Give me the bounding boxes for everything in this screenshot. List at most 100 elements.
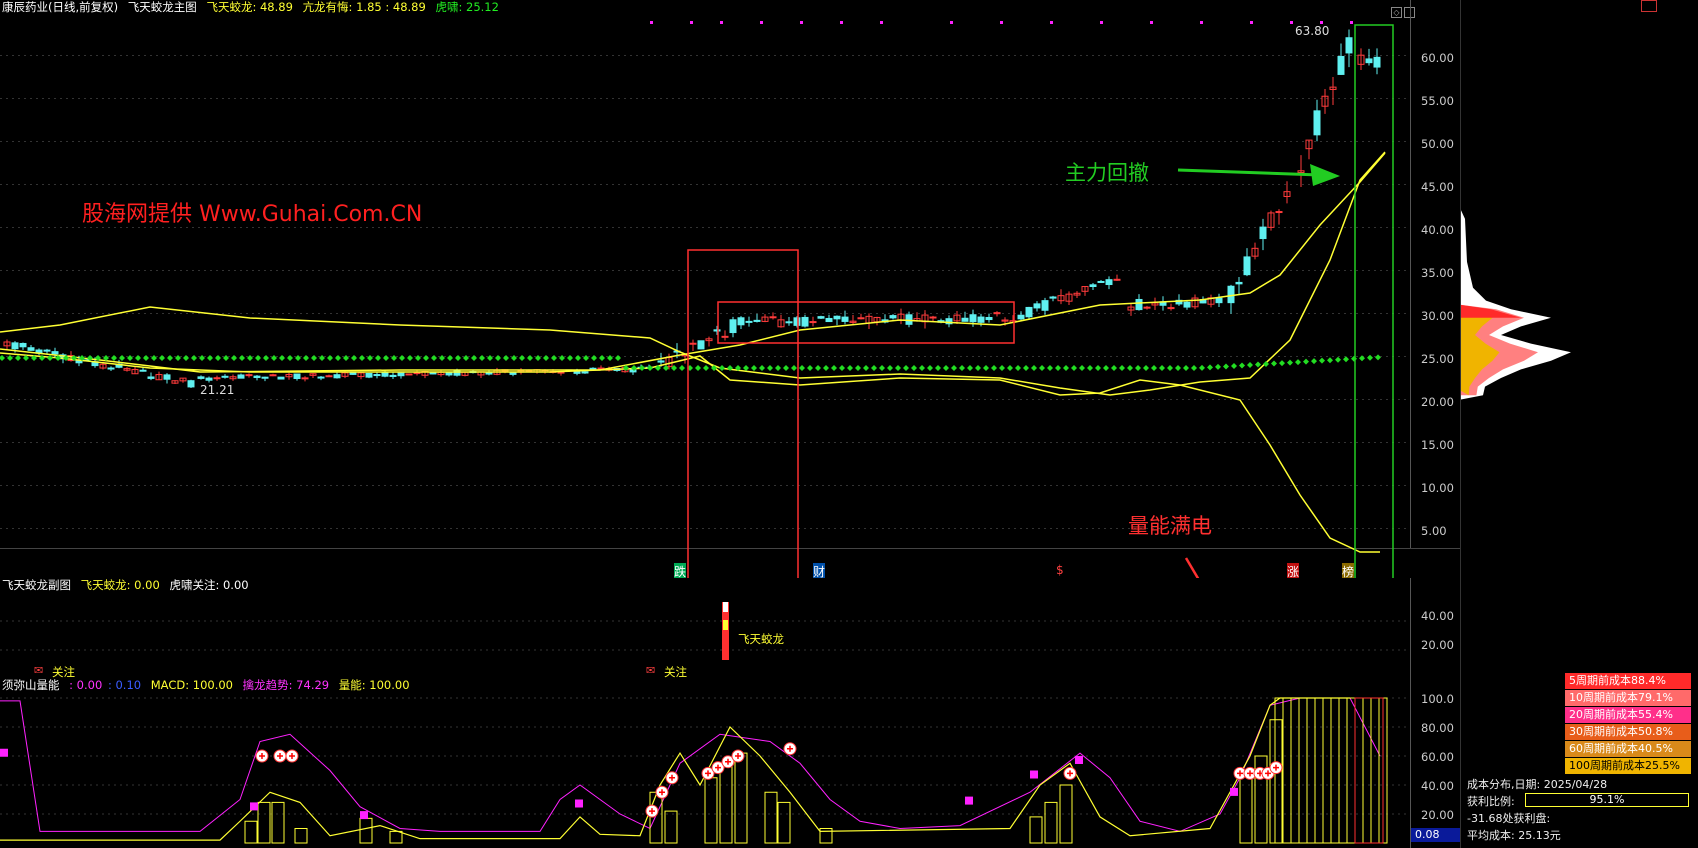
support-dot xyxy=(511,355,517,361)
support-dot xyxy=(279,355,285,361)
candle-body xyxy=(769,316,777,319)
candle-body xyxy=(1135,298,1143,311)
pullback-arrow-head xyxy=(1310,164,1340,186)
price-tick: 15.00 xyxy=(1421,438,1454,452)
support-dot xyxy=(1103,365,1109,371)
price-axis: 60.00 55.00 50.00 45.00 40.00 35.00 30.0… xyxy=(1410,0,1461,548)
support-dot xyxy=(1023,365,1029,371)
support-dot xyxy=(1199,364,1205,371)
support-dot xyxy=(663,365,669,371)
support-dot xyxy=(1215,363,1221,370)
candle-body xyxy=(405,373,413,376)
support-dot xyxy=(1319,357,1325,364)
signal-dot xyxy=(880,21,883,24)
support-dot xyxy=(1239,362,1245,369)
support-dot xyxy=(1359,355,1365,362)
support-dot xyxy=(0,355,5,361)
support-dot xyxy=(1151,365,1157,371)
support-dot xyxy=(303,355,309,361)
candle-body xyxy=(1017,314,1025,320)
support-dot xyxy=(255,355,261,361)
support-dot xyxy=(895,365,901,371)
cost-distribution-chart xyxy=(1461,210,1571,400)
volume-energy-chart xyxy=(0,697,1410,844)
support-dot xyxy=(639,365,645,371)
volume-axis-badge: 0.08 xyxy=(1411,828,1461,842)
candle-body xyxy=(51,351,59,355)
support-dot xyxy=(1271,360,1277,367)
candle-body xyxy=(237,374,245,379)
full-energy-bar xyxy=(1290,697,1300,844)
support-dot xyxy=(1327,357,1333,364)
magenta-block xyxy=(1230,787,1238,796)
candle-body xyxy=(221,375,229,378)
candle-body xyxy=(187,380,195,388)
support-dot xyxy=(1167,365,1173,371)
support-dot xyxy=(823,365,829,371)
price-tick: 25.00 xyxy=(1421,352,1454,366)
support-dot xyxy=(375,355,381,361)
support-dot xyxy=(175,355,181,361)
candle-body xyxy=(825,317,833,323)
magenta-block xyxy=(0,748,8,757)
candle-body xyxy=(301,377,309,380)
support-dot xyxy=(183,355,189,361)
candle-body xyxy=(11,342,19,350)
support-dot xyxy=(151,355,157,361)
energy-line xyxy=(0,697,1350,841)
signal-dot xyxy=(1050,21,1053,24)
support-dot xyxy=(47,355,53,361)
support-dot xyxy=(1367,354,1373,361)
support-dot xyxy=(535,355,541,361)
candle-body xyxy=(729,319,737,334)
full-energy-bar xyxy=(1298,697,1308,844)
support-dot xyxy=(447,355,453,361)
support-dot xyxy=(967,365,973,371)
candle-body xyxy=(429,372,437,375)
sub-chart-panel[interactable]: 飞天蛟龙副图 飞天蛟龙: 0.00 虎啸关注: 0.00 飞天蛟龙 关注 关注 … xyxy=(0,578,1460,679)
support-dot xyxy=(479,355,485,361)
support-dot xyxy=(759,365,765,371)
price-tick: 50.00 xyxy=(1421,137,1454,151)
candle-body xyxy=(737,317,745,326)
candle-body xyxy=(197,376,205,379)
support-dot xyxy=(935,365,941,371)
support-dot xyxy=(111,355,117,361)
price-tick: 10.00 xyxy=(1421,481,1454,495)
support-dot xyxy=(831,365,837,371)
support-dot xyxy=(1375,354,1381,361)
watermark-text: 股海网提供 Www.Guhai.Com.CN xyxy=(82,202,423,227)
support-dot xyxy=(799,365,805,371)
support-dot xyxy=(327,355,333,361)
cost-legend-5: 60周期前成本40.5% xyxy=(1565,741,1691,757)
full-energy-bar xyxy=(1282,697,1292,844)
volume-axis: 100.0 80.00 60.00 40.00 20.00 0.08 xyxy=(1410,678,1461,848)
support-dot xyxy=(463,355,469,361)
candle-body xyxy=(333,374,341,379)
support-dot xyxy=(1247,362,1253,368)
candle-body xyxy=(1089,284,1097,288)
main-chart-panel[interactable]: 康辰药业(日线,前复权) 飞天蛟龙主图 飞天蛟龙: 48.89 亢龙有悔: 1.… xyxy=(0,0,1461,848)
support-dot xyxy=(239,355,245,361)
support-dot xyxy=(1031,365,1037,371)
support-dot xyxy=(999,365,1005,371)
sub-tick: 40.00 xyxy=(1421,609,1454,623)
support-dot xyxy=(1135,365,1141,371)
candle-body xyxy=(969,314,977,323)
support-dot xyxy=(495,355,501,361)
dragon-bar-top xyxy=(723,602,728,612)
support-dot xyxy=(719,365,725,371)
volume-panel[interactable]: 须弥山量能 : 0.00 : 0.10 MACD: 100.00 擒龙趋势: 7… xyxy=(0,678,1461,848)
candle-body xyxy=(629,369,637,373)
support-dot xyxy=(695,365,701,371)
support-dot xyxy=(503,355,509,361)
full-energy-bar xyxy=(1362,697,1372,844)
candle-body xyxy=(1215,297,1223,304)
candle-body xyxy=(1235,281,1243,285)
support-dot xyxy=(471,355,477,361)
support-dot xyxy=(991,365,997,371)
candle-body xyxy=(373,374,381,377)
cost-distribution-panel[interactable]: 5周期前成本88.4% 10周期前成本79.1% 20周期前成本55.4% 30… xyxy=(1460,0,1698,848)
candle-body xyxy=(929,316,937,319)
support-dot xyxy=(431,355,437,361)
